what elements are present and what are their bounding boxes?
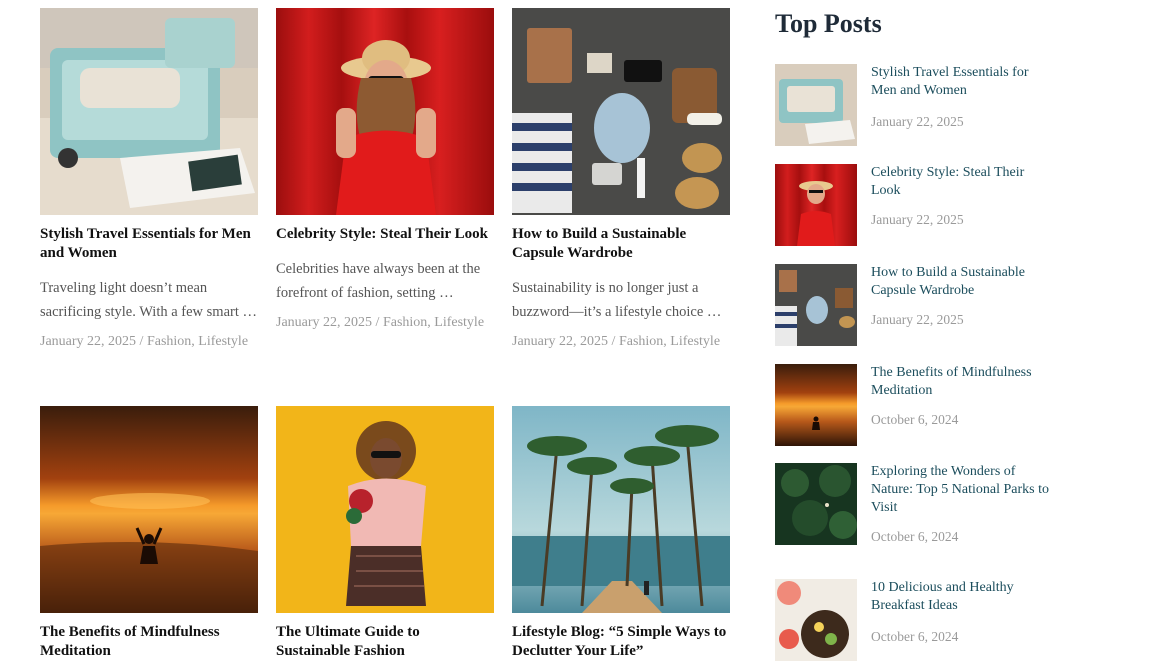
sunset-meditation-photo[interactable] [40,406,258,613]
meta-separator: / [372,315,383,330]
top-post-item[interactable]: Stylish Travel Essentials for Men and Wo… [775,64,1075,146]
post-date[interactable]: January 22, 2025 [512,334,608,349]
post-title[interactable]: The Ultimate Guide to Sustainable Fashio… [276,623,494,661]
top-post-thumbnail[interactable] [775,164,857,246]
top-post-title[interactable]: How to Build a Sustainable Capsule Wardr… [871,264,1051,300]
top-post-thumbnail[interactable] [775,264,857,346]
meta-separator: / [136,334,147,349]
top-post-item[interactable]: 10 Delicious and Healthy Breakfast Ideas… [775,579,1075,661]
top-post-date: January 22, 2025 [871,312,964,327]
post-date[interactable]: January 22, 2025 [40,334,136,349]
top-post-item[interactable]: Celebrity Style: Steal Their Look Januar… [775,164,1075,246]
top-post-item[interactable]: How to Build a Sustainable Capsule Wardr… [775,264,1075,346]
category-link[interactable]: Lifestyle [670,334,720,349]
category-link[interactable]: Fashion [619,334,663,349]
post-card: The Ultimate Guide to Sustainable Fashio… [276,406,494,661]
top-post-date: October 6, 2024 [871,529,959,544]
post-title[interactable]: Lifestyle Blog: “5 Simple Ways to Declut… [512,623,730,661]
sidebar-heading: Top Posts [775,9,882,38]
woman-yellow-photo[interactable] [276,406,494,613]
meta-separator: / [608,334,619,349]
top-post-thumbnail[interactable] [775,364,857,446]
post-title[interactable]: How to Build a Sustainable Capsule Wardr… [512,225,730,263]
top-post-title[interactable]: Exploring the Wonders of Nature: Top 5 N… [871,463,1051,517]
flatlay-photo[interactable] [512,8,730,215]
post-card: How to Build a Sustainable Capsule Wardr… [512,8,730,354]
post-excerpt: Sustainability is no longer just a buzzw… [512,280,722,320]
post-meta: January 22, 2025 / Fashion, Lifestyle [276,311,494,335]
post-title[interactable]: Stylish Travel Essentials for Men and Wo… [40,225,258,263]
post-card: Lifestyle Blog: “5 Simple Ways to Declut… [512,406,730,661]
top-post-date: January 22, 2025 [871,114,964,129]
post-meta: January 22, 2025 / Fashion, Lifestyle [512,330,730,354]
top-post-title[interactable]: The Benefits of Mindfulness Meditation [871,364,1051,400]
top-post-thumbnail[interactable] [775,463,857,545]
category-link[interactable]: Fashion [147,334,191,349]
top-post-thumbnail[interactable] [775,64,857,146]
category-link[interactable]: Lifestyle [434,315,484,330]
top-post-title[interactable]: 10 Delicious and Healthy Breakfast Ideas [871,579,1051,615]
top-post-title[interactable]: Stylish Travel Essentials for Men and Wo… [871,64,1051,100]
top-post-thumbnail[interactable] [775,579,857,661]
post-title[interactable]: The Benefits of Mindfulness Meditation [40,623,258,661]
post-title[interactable]: Celebrity Style: Steal Their Look [276,225,494,244]
post-excerpt: Traveling light doesn’t mean sacrificing… [40,280,257,320]
top-posts-sidebar: Top Posts Stylish Travel Essentials for … [775,8,1075,661]
top-post-date: October 6, 2024 [871,412,959,427]
palm-trees-photo[interactable] [512,406,730,613]
suitcase-photo[interactable] [40,8,258,215]
post-card: Stylish Travel Essentials for Men and Wo… [40,8,258,354]
top-post-item[interactable]: The Benefits of Mindfulness Meditation O… [775,364,1075,446]
category-link[interactable]: Lifestyle [198,334,248,349]
post-meta: January 22, 2025 / Fashion, Lifestyle [40,330,258,354]
top-post-date: January 22, 2025 [871,212,964,227]
post-card: Celebrity Style: Steal Their Look Celebr… [276,8,494,335]
top-post-title[interactable]: Celebrity Style: Steal Their Look [871,164,1051,200]
category-link[interactable]: Fashion [383,315,427,330]
top-post-date: October 6, 2024 [871,629,959,644]
post-excerpt: Celebrities have always been at the fore… [276,261,481,301]
post-date[interactable]: January 22, 2025 [276,315,372,330]
post-card: The Benefits of Mindfulness Meditation [40,406,258,661]
woman-red-curtain-photo[interactable] [276,8,494,215]
top-post-item[interactable]: Exploring the Wonders of Nature: Top 5 N… [775,463,1075,545]
